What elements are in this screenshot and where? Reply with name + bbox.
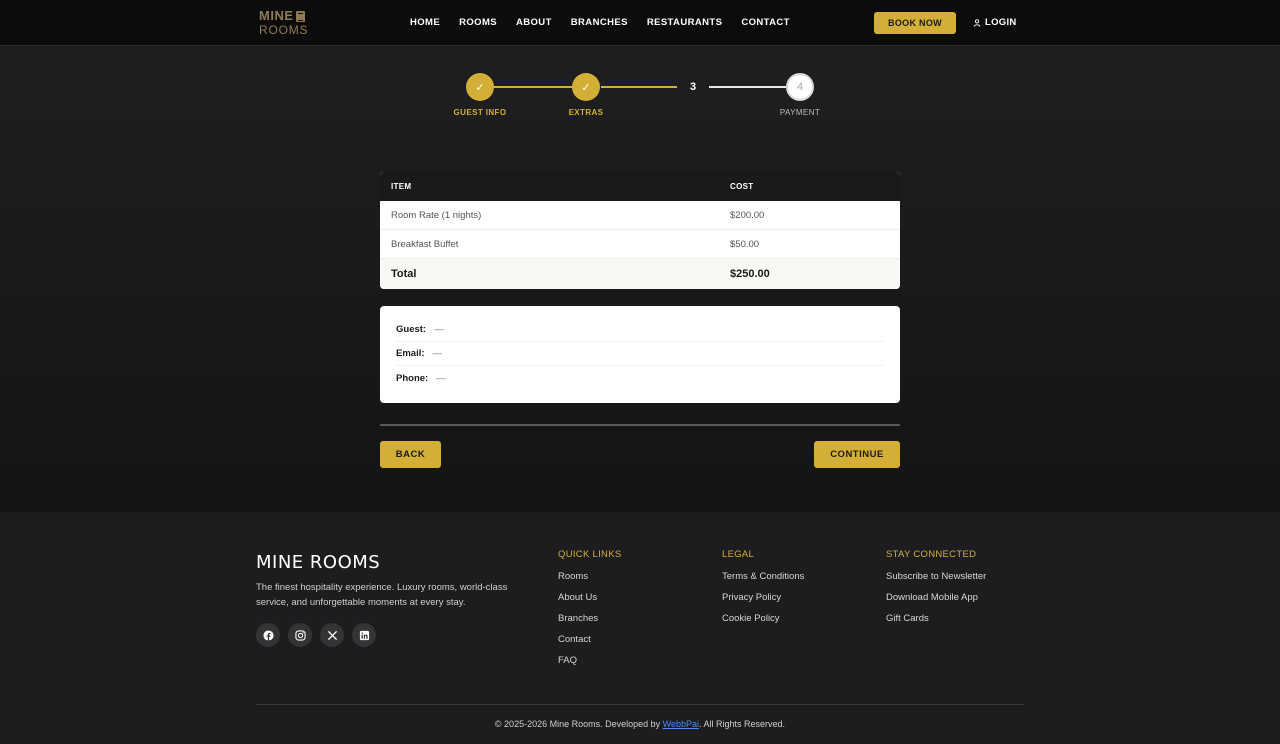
row-cost: $200.00 <box>730 209 765 221</box>
header-item: ITEM <box>391 182 412 191</box>
developer-link[interactable]: WebbPai <box>663 719 699 729</box>
row-item: Breakfast Buffet <box>391 238 459 250</box>
email-value: — <box>432 348 443 359</box>
section-divider <box>380 424 900 426</box>
guest-label: Guest: <box>396 324 427 335</box>
login-label: LOGIN <box>985 17 1017 28</box>
footer-link-rooms[interactable]: Rooms <box>558 571 621 583</box>
continue-button[interactable]: CONTINUE <box>814 441 900 468</box>
footer-link-contact[interactable]: Contact <box>558 634 621 646</box>
footer-tagline: The finest hospitality experience. Luxur… <box>256 582 508 608</box>
back-button[interactable]: BACK <box>380 441 441 468</box>
logo-text-line2: ROOMS <box>259 23 309 37</box>
instagram-icon <box>294 629 306 641</box>
nav-home[interactable]: HOME <box>410 17 440 28</box>
footer-link-terms[interactable]: Terms & Conditions <box>722 571 804 583</box>
footer-link-mobile-app[interactable]: Download Mobile App <box>886 592 986 604</box>
footer-link-branches[interactable]: Branches <box>558 613 621 625</box>
row-item: Room Rate (1 nights) <box>391 209 482 221</box>
site-footer: MINE ROOMS The finest hospitality experi… <box>0 512 1280 744</box>
step-1-circle: ✓ <box>466 73 494 101</box>
check-icon: ✓ <box>475 81 485 94</box>
footer-link-cookie[interactable]: Cookie Policy <box>722 613 804 625</box>
header-cost: COST <box>730 182 754 191</box>
phone-value: — <box>436 372 446 384</box>
copyright-text: © 2025-2026 Mine Rooms. Developed by <box>494 719 663 729</box>
nav-about[interactable]: ABOUT <box>516 17 552 28</box>
book-now-button[interactable]: BOOK NOW <box>874 12 956 34</box>
guest-value: — <box>434 324 444 335</box>
copyright: © 2025-2026 Mine Rooms. Developed by Web… <box>0 719 1280 729</box>
footer-link-privacy[interactable]: Privacy Policy <box>722 592 804 604</box>
step-connector-1 <box>494 86 572 88</box>
table-row: Room Rate (1 nights) $200.00 <box>380 201 900 230</box>
footer-stay-connected: STAY CONNECTED Subscribe to Newsletter D… <box>886 549 986 634</box>
phone-row: Phone: — <box>396 366 884 390</box>
linkedin-icon <box>359 630 369 640</box>
footer-link-faq[interactable]: FAQ <box>558 655 621 667</box>
quick-links-title: QUICK LINKS <box>558 549 622 560</box>
instagram-link[interactable] <box>288 623 312 647</box>
nav-rooms[interactable]: ROOMS <box>459 17 497 28</box>
building-icon <box>295 10 305 22</box>
legal-title: LEGAL <box>722 549 755 560</box>
email-label: Email: <box>396 348 425 359</box>
check-icon: ✓ <box>581 81 591 94</box>
footer-legal: LEGAL Terms & Conditions Privacy Policy … <box>722 549 804 634</box>
step-2-circle: ✓ <box>572 73 600 101</box>
linkedin-link[interactable] <box>352 623 376 647</box>
facebook-link[interactable] <box>256 623 280 647</box>
guest-row: Guest: — <box>396 318 884 342</box>
site-header: MINE ROOMS HOME ROOMS ABOUT BRANCHES RES… <box>0 0 1280 46</box>
footer-quick-links: QUICK LINKS Rooms About Us Branches Cont… <box>558 549 621 676</box>
total-value: $250.00 <box>730 268 770 280</box>
main-nav: HOME ROOMS ABOUT BRANCHES RESTAURANTS CO… <box>410 17 790 28</box>
footer-link-about[interactable]: About Us <box>558 592 621 604</box>
nav-branches[interactable]: BRANCHES <box>571 17 628 28</box>
table-total-row: Total $250.00 <box>380 259 900 289</box>
nav-restaurants[interactable]: RESTAURANTS <box>647 17 722 28</box>
row-cost: $50.00 <box>730 238 760 250</box>
cost-summary-table: ITEM COST Room Rate (1 nights) $200.00 B… <box>380 172 900 289</box>
step-4-circle: 4 <box>786 73 814 101</box>
step-4-label: PAYMENT <box>779 108 821 117</box>
step-1-label: GUEST INFO <box>453 108 507 117</box>
step-2-label: EXTRAS <box>568 108 604 117</box>
logo[interactable]: MINE ROOMS <box>259 8 309 38</box>
x-icon <box>327 630 337 640</box>
logo-text-line1: MINE <box>259 8 294 23</box>
table-row: Breakfast Buffet $50.00 <box>380 230 900 259</box>
step-3-number: 3 <box>689 81 697 93</box>
stay-connected-title: STAY CONNECTED <box>886 549 977 560</box>
step-connector-2 <box>601 86 677 88</box>
guest-summary-card: Guest: — Email: — Phone: — <box>380 306 900 403</box>
step-4-number: 4 <box>796 81 804 93</box>
phone-label: Phone: <box>396 372 429 384</box>
nav-contact[interactable]: CONTACT <box>741 17 790 28</box>
email-row: Email: — <box>396 342 884 366</box>
social-links <box>256 623 376 647</box>
x-link[interactable] <box>320 623 344 647</box>
footer-brand: MINE ROOMS <box>256 552 381 573</box>
step-3-circle: 3 <box>679 73 707 101</box>
footer-link-gift-cards[interactable]: Gift Cards <box>886 613 986 625</box>
footer-link-newsletter[interactable]: Subscribe to Newsletter <box>886 571 986 583</box>
login-link[interactable]: LOGIN <box>973 17 1017 28</box>
facebook-icon <box>262 629 274 641</box>
table-header: ITEM COST <box>380 172 900 201</box>
footer-divider <box>256 704 1024 705</box>
user-icon <box>973 18 981 27</box>
step-connector-3 <box>709 86 786 88</box>
total-label: Total <box>391 268 417 280</box>
copyright-suffix: . All Rights Reserved. <box>699 719 786 729</box>
